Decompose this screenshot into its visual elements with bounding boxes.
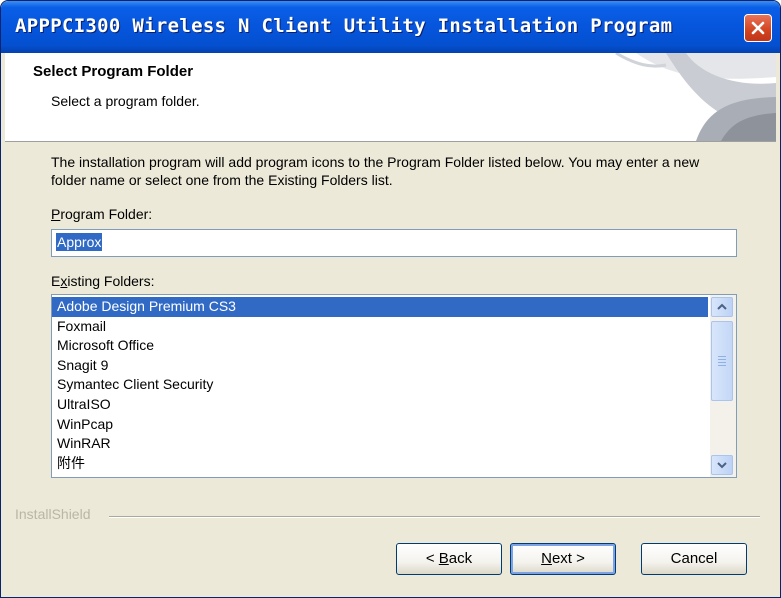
installshield-branding: InstallShield [15,506,91,522]
folder-list-item[interactable]: UltraISO [52,395,708,415]
folder-list-item[interactable]: Snagit 9 [52,356,708,376]
window-title: APPPCI300 Wireless N Client Utility Inst… [15,15,673,37]
next-button-mnemonic: N [541,550,552,567]
close-icon [751,21,765,35]
back-button[interactable]: < Back [396,543,502,575]
page-subtitle: Select a program folder. [51,93,200,109]
scroll-down-button[interactable] [711,455,733,475]
folder-list-item[interactable]: 附件 [52,454,708,474]
thumb-grip [718,365,726,366]
folder-list-item[interactable]: Symantec Client Security [52,375,708,395]
list-scrollbar[interactable] [710,295,736,477]
thumb-grip [718,356,726,357]
close-button[interactable] [744,14,772,42]
folder-items: Adobe Design Premium CS3 Foxmail Microsoft… [52,297,708,473]
existing-folders-label-rest: isting Folders: [67,273,155,289]
scroll-thumb[interactable] [711,321,733,401]
existing-folders-label: Existing Folders: [51,273,155,289]
existing-folders-list[interactable]: Adobe Design Premium CS3 Foxmail Microsoft… [51,294,737,478]
thumb-grip [718,359,726,360]
next-button-rest: ext > [551,550,585,567]
next-button[interactable]: Next > [510,543,616,575]
wizard-header: Select Program Folder Select a program f… [5,53,776,142]
program-folder-label: Program Folder: [51,206,152,222]
folder-list-item[interactable]: WinPcap [52,415,708,435]
folder-list-item[interactable]: Foxmail [52,317,708,337]
instructions-text: The installation program will add progra… [51,154,700,188]
scroll-up-button[interactable] [711,297,733,317]
existing-folders-label-start: E [51,273,61,289]
scroll-down-icon [717,462,727,469]
program-folder-input[interactable]: Approx [51,229,737,257]
folder-list-item[interactable]: Microsoft Office [52,336,708,356]
program-folder-label-rest: rogram Folder: [60,206,153,222]
folder-list-item[interactable]: Adobe Design Premium CS3 [52,297,708,317]
footer-divider [109,516,760,518]
back-button-mnemonic: B [438,550,449,567]
header-graphic [615,53,776,141]
thumb-grip [718,362,726,363]
cancel-button[interactable]: Cancel [641,543,747,575]
program-folder-label-mnemonic: P [51,206,61,222]
folder-list-item[interactable]: WinRAR [52,434,708,454]
scroll-up-icon [717,303,727,310]
page-title: Select Program Folder [33,63,194,80]
back-button-rest: ack [448,550,473,567]
installer-window: APPPCI300 Wireless N Client Utility Inst… [0,0,781,598]
program-folder-value: Approx [56,233,103,251]
title-bar[interactable]: APPPCI300 Wireless N Client Utility Inst… [1,1,780,53]
back-button-prefix: < [425,550,439,567]
